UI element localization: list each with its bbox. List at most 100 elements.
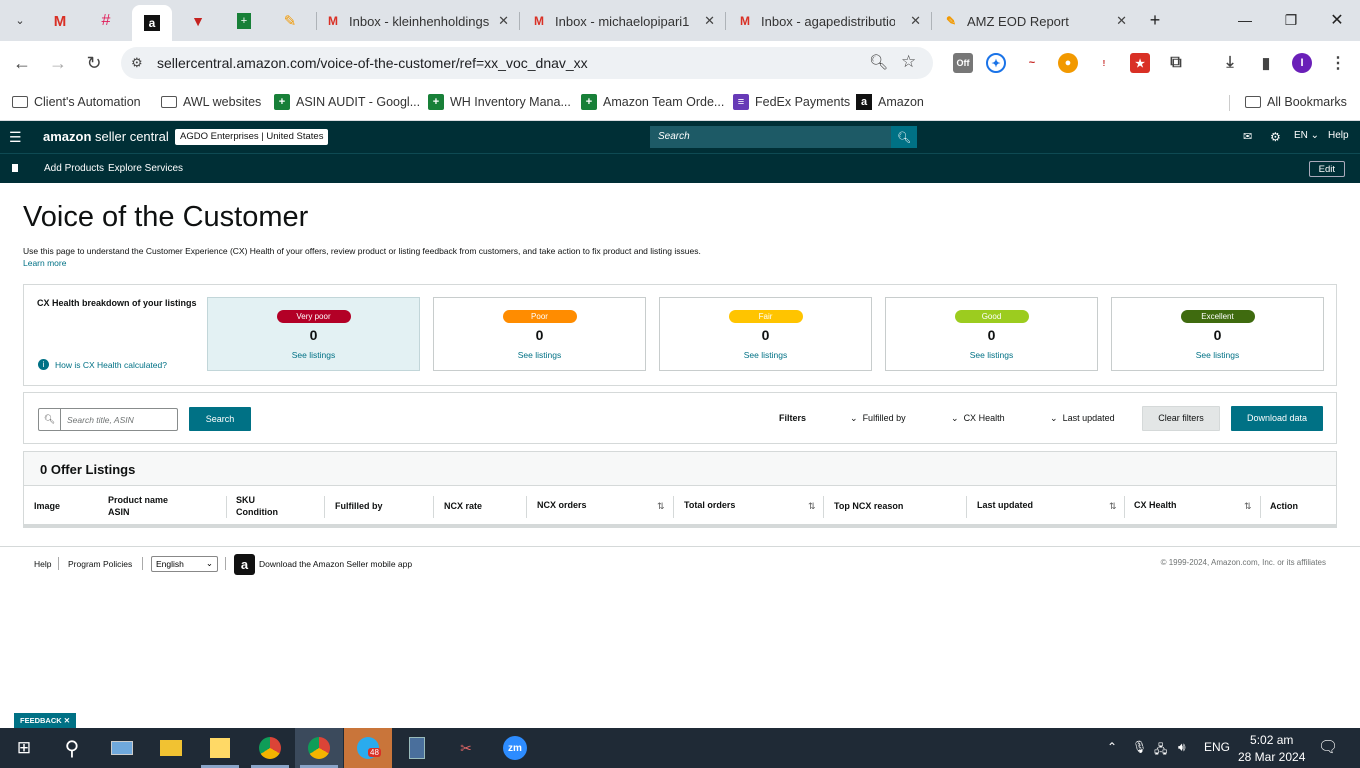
cx-card-good[interactable]: Good 0 See listings [885, 297, 1098, 371]
file-explorer-icon[interactable] [157, 734, 185, 762]
extension-circle-icon[interactable]: ● [1058, 53, 1078, 73]
col-product-name[interactable]: Product name ASIN [108, 494, 168, 518]
side-panel-icon[interactable]: ▮ [1256, 53, 1276, 73]
bookmark-amazon-team-orders[interactable]: + Amazon Team Orde... [581, 92, 724, 112]
sticky-notes-icon[interactable] [206, 734, 234, 762]
extensions-puzzle-icon[interactable]: ⧉ [1166, 53, 1186, 73]
cx-card-very-poor[interactable]: Very poor 0 See listings [207, 297, 420, 371]
bookmark-awl-websites[interactable]: AWL websites [161, 92, 261, 112]
chrome-icon[interactable] [256, 734, 284, 762]
profile-avatar[interactable]: I [1292, 53, 1312, 73]
feedback-button[interactable]: FEEDBACK ✕ [14, 713, 77, 728]
url-text[interactable]: sellercentral.amazon.com/voice-of-the-cu… [157, 55, 588, 71]
footer-language-select[interactable]: English ⌄ [151, 556, 218, 572]
col-ncx-orders[interactable]: NCX orders [537, 499, 587, 511]
bookmark-fedex-payments[interactable]: ≡ FedEx Payments [733, 92, 850, 112]
account-switcher[interactable]: AGDO Enterprises | United States [175, 129, 329, 145]
all-bookmarks[interactable]: All Bookmarks [1245, 92, 1347, 112]
header-search-input[interactable]: Search [650, 126, 891, 148]
mail-icon[interactable]: ✉ [1243, 130, 1252, 143]
seller-central-logo[interactable]: amazon seller central [43, 129, 169, 144]
download-app-link[interactable]: Download the Amazon Seller mobile app [259, 559, 412, 569]
extension-star-icon[interactable]: ★ [1130, 53, 1150, 73]
filter-fulfilled-by[interactable]: ⌄ Fulfilled by [850, 413, 906, 424]
bookmark-wh-inventory[interactable]: + WH Inventory Mana... [428, 92, 571, 112]
close-tab-icon[interactable]: ✕ [1116, 13, 1127, 29]
site-info-icon[interactable]: ⚙ [131, 55, 143, 71]
system-clock[interactable]: 5:02 am 28 Mar 2024 [1238, 732, 1305, 766]
sort-icon[interactable]: ⇅ [808, 501, 816, 512]
pinned-tab-zapier[interactable]: ✎ [270, 6, 310, 36]
see-listings-link[interactable]: See listings [886, 350, 1097, 360]
help-link[interactable]: Help [1328, 130, 1349, 141]
telegram-icon[interactable]: 48 [354, 734, 382, 762]
zoom-icon[interactable]: 🔍︎ [869, 53, 888, 71]
bookmark-star-icon[interactable]: ☆ [901, 52, 916, 72]
tab-search-chevron-icon[interactable]: ⌄ [8, 8, 32, 32]
snipping-tool-icon[interactable]: ✂ [452, 734, 480, 762]
clear-filters-button[interactable]: Clear filters [1142, 406, 1220, 431]
sort-icon[interactable]: ⇅ [657, 501, 665, 512]
restore-icon[interactable]: ❐ [1279, 8, 1303, 32]
pinned-tab-app[interactable]: ▼ [178, 6, 218, 36]
cx-card-fair[interactable]: Fair 0 See listings [659, 297, 872, 371]
col-sku[interactable]: SKU Condition [236, 494, 278, 518]
close-tab-icon[interactable]: ✕ [704, 13, 715, 29]
laptop-app-icon[interactable] [108, 734, 136, 762]
gear-icon[interactable]: ⚙ [1270, 130, 1281, 144]
extension-logo-icon[interactable]: ~ [1022, 53, 1042, 73]
sort-icon[interactable]: ⇅ [1109, 501, 1117, 512]
tab-amz-eod-report[interactable]: ✎ AMZ EOD Report ✕ [943, 6, 1127, 36]
search-icon[interactable]: ⚲ [58, 734, 86, 762]
footer-help-link[interactable]: Help [34, 559, 51, 569]
reload-icon[interactable]: ↻ [82, 51, 106, 75]
footer-program-policies-link[interactable]: Program Policies [68, 559, 132, 569]
tab-inbox-klein[interactable]: M Inbox - kleinhenholdings ✕ [325, 6, 509, 36]
input-language[interactable]: ENG [1204, 740, 1230, 754]
download-icon[interactable]: ⤓ [1220, 53, 1240, 73]
chrome-profile-icon[interactable] [305, 734, 333, 762]
see-listings-link[interactable]: See listings [208, 350, 419, 360]
download-data-button[interactable]: Download data [1231, 406, 1323, 431]
volume-icon[interactable]: 🔊︎ [1178, 740, 1186, 755]
notification-center-icon[interactable]: 🗨︎ [1318, 737, 1338, 757]
forward-icon[interactable]: → [46, 51, 70, 75]
close-window-icon[interactable]: ✕ [1325, 8, 1349, 32]
see-listings-link[interactable]: See listings [434, 350, 645, 360]
browser-menu-icon[interactable]: ⋮ [1328, 53, 1348, 73]
extension-alert-icon[interactable]: ! [1094, 53, 1114, 73]
sort-icon[interactable]: ⇅ [1244, 501, 1252, 512]
zoom-icon[interactable]: zm [501, 734, 529, 762]
cx-card-poor[interactable]: Poor 0 See listings [433, 297, 646, 371]
network-icon[interactable]: 🖧 [1154, 740, 1167, 761]
edit-nav-button[interactable]: Edit [1308, 161, 1345, 177]
tab-inbox-agape[interactable]: M Inbox - agapedistribution ✕ [737, 6, 921, 36]
listing-search-input[interactable]: 🔍︎ Search title, ASIN [38, 408, 178, 431]
tray-chevron-up-icon[interactable]: ⌃ [1107, 740, 1117, 754]
pinned-tab-sheets[interactable]: + [224, 6, 264, 36]
nav-add-products[interactable]: Add Products [44, 163, 104, 174]
how-cx-calculated-link[interactable]: i How is CX Health calculated? [38, 359, 167, 370]
header-search-button[interactable]: 🔍︎ [891, 126, 917, 148]
col-cx-health[interactable]: CX Health [1134, 499, 1177, 511]
learn-more-link[interactable]: Learn more [23, 258, 66, 268]
filter-cx-health[interactable]: ⌄ CX Health [951, 413, 1005, 424]
minimize-icon[interactable]: — [1233, 8, 1257, 32]
col-last-updated[interactable]: Last updated [977, 499, 1033, 511]
bookmark-clients-automation[interactable]: Client's Automation [12, 92, 141, 112]
extension-off-icon[interactable]: Off [953, 53, 973, 73]
hamburger-menu-icon[interactable]: ☰ [9, 129, 22, 146]
close-tab-icon[interactable]: ✕ [910, 13, 921, 29]
col-total-orders[interactable]: Total orders [684, 499, 735, 511]
pinned-tab-slack[interactable]: # [86, 6, 126, 36]
see-listings-link[interactable]: See listings [660, 350, 871, 360]
pinned-tab-gmail[interactable]: M [40, 6, 80, 36]
language-selector[interactable]: EN ⌄ [1294, 130, 1319, 141]
bookmark-amazon[interactable]: a Amazon [856, 92, 924, 112]
microphone-icon[interactable]: 🎙︎ [1132, 740, 1147, 754]
address-bar[interactable]: ⚙ sellercentral.amazon.com/voice-of-the-… [121, 47, 933, 79]
windows-start-icon[interactable]: ⊞ [10, 734, 38, 762]
search-button[interactable]: Search [189, 407, 251, 431]
close-tab-icon[interactable]: ✕ [498, 13, 509, 29]
pinned-tab-amazon-active[interactable]: a [132, 5, 172, 41]
